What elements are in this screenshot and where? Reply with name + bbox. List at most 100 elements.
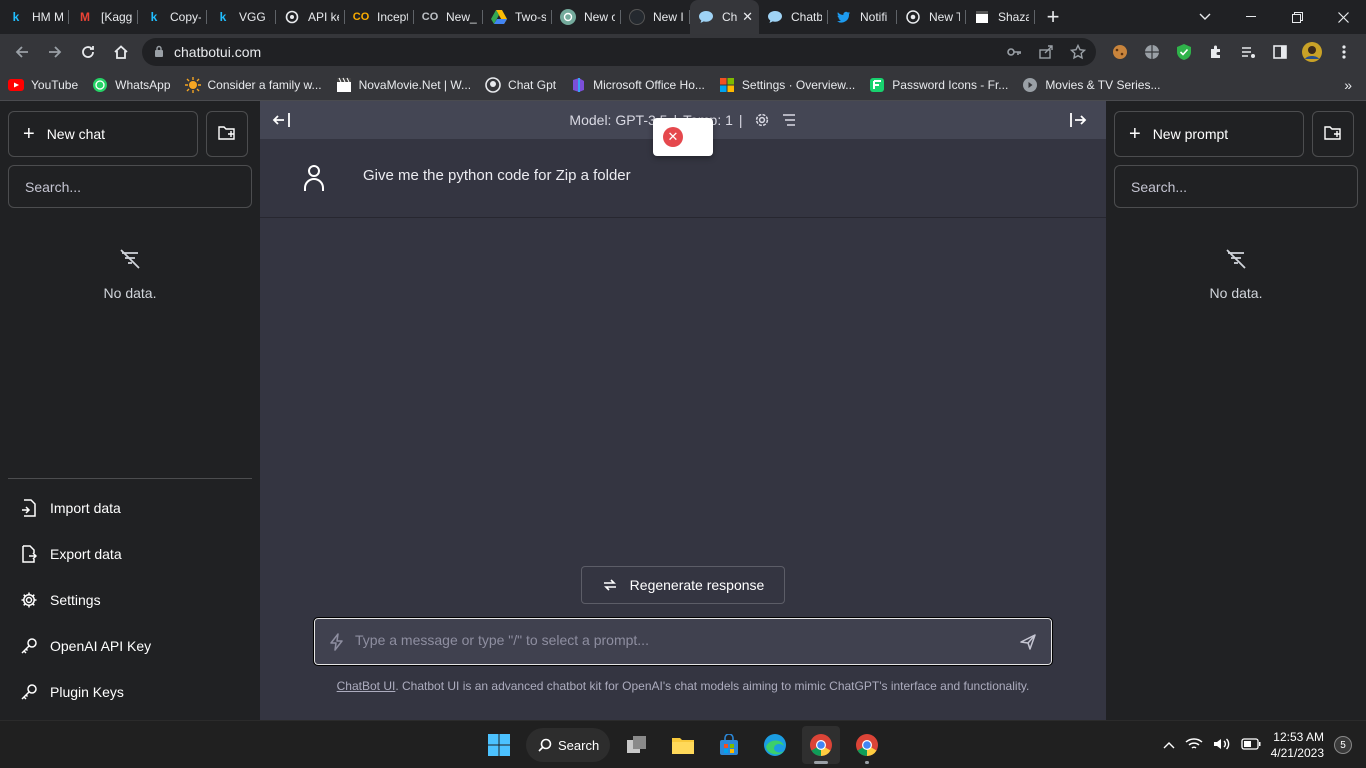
empty-state: No data. [0,247,260,301]
office-icon [570,77,586,93]
star-icon[interactable] [1069,43,1087,63]
left-sidebar: + New chat No data. Import data Export d… [0,101,260,720]
microsoft-icon [719,77,735,93]
browser-tab[interactable]: New c [552,0,621,34]
key-icon [20,683,38,701]
restore-icon[interactable] [1274,0,1320,34]
browser-tab[interactable]: kVGG 1 [207,0,276,34]
profile-avatar[interactable] [1300,40,1324,64]
footer-note: ChatBot UI. Chatbot UI is an advanced ch… [336,679,1030,693]
bookmark[interactable]: YouTube [8,77,78,93]
bookmark[interactable]: Consider a family w... [184,77,322,93]
settings-icon[interactable] [753,111,771,129]
media-queue-icon[interactable] [1236,40,1260,64]
sun-icon [184,77,201,93]
minimize-icon[interactable] [1228,0,1274,34]
kaggle-icon: k [219,10,227,24]
message-input[interactable] [355,631,1019,652]
browser-tab[interactable]: Shaza [966,0,1035,34]
clapperboard-icon [974,9,990,25]
bookmark[interactable]: Chat Gpt [485,77,556,93]
browser-tab[interactable]: API ke [276,0,345,34]
bookmarks-overflow-icon[interactable]: » [1344,77,1352,93]
clear-conversation-icon[interactable] [781,113,797,127]
chat-main: Model: GPT-3.5 | Temp: 1 | Give me the p… [260,101,1106,720]
regenerate-response-button[interactable]: Regenerate response [581,566,785,604]
sidebar-footer: Import data Export data Settings OpenAI … [8,478,252,715]
windows-start-icon[interactable] [480,726,518,764]
bolt-icon[interactable] [329,632,345,651]
new-chat-button[interactable]: + New chat [8,111,198,157]
export-data-button[interactable]: Export data [8,531,252,577]
new-prompt-button[interactable]: + New prompt [1114,111,1304,157]
new-prompt-folder-button[interactable] [1312,111,1354,157]
bookmark[interactable]: Microsoft Office Ho... [570,77,705,93]
kebab-menu-icon[interactable] [1332,40,1356,64]
openai-api-key-button[interactable]: OpenAI API Key [8,623,252,669]
chat-search-input[interactable] [8,165,252,208]
tab-search-icon[interactable] [1182,0,1228,34]
browser-tab[interactable]: M [Kaggl [69,0,138,34]
browser-tab[interactable]: Two-s [483,0,552,34]
reload-icon[interactable] [72,36,104,68]
send-icon[interactable] [1019,633,1037,651]
microsoft-store-icon[interactable] [710,726,748,764]
forward-icon[interactable] [39,36,71,68]
bookmarks-bar: YouTube WhatsApp Consider a family w... … [0,70,1366,101]
plugin-keys-button[interactable]: Plugin Keys [8,669,252,715]
chrome-profile-taskbar-icon[interactable] [848,726,886,764]
collapse-right-sidebar-icon[interactable] [1068,110,1088,133]
notification-badge[interactable]: 5 [1334,736,1352,754]
bookmark[interactable]: Movies & TV Series... [1022,77,1160,93]
browser-tab[interactable]: Notifi [828,0,897,34]
plus-icon: + [1129,122,1141,145]
taskbar-search-button[interactable]: Search [526,728,610,762]
file-explorer-icon[interactable] [664,726,702,764]
browser-tab[interactable]: New T [897,0,966,34]
bookmark[interactable]: Settings · Overview... [719,77,855,93]
bookmark[interactable]: Password Icons - Fr... [869,77,1008,93]
new-tab-button[interactable]: + [1035,0,1071,34]
puzzle-extensions-icon[interactable] [1204,40,1228,64]
shield-extension-icon[interactable] [1172,40,1196,64]
colab-icon: CO [421,11,439,23]
openai-icon [284,9,300,25]
system-clock[interactable]: 12:53 AM 4/21/2023 [1271,729,1324,761]
key-icon[interactable] [1006,44,1022,63]
browser-tab[interactable]: New I [621,0,690,34]
close-window-icon[interactable] [1320,0,1366,34]
close-tab-icon[interactable]: ✕ [742,9,753,25]
prompt-search-input[interactable] [1114,165,1358,208]
cookie-extension-icon[interactable] [1108,40,1132,64]
wifi-icon[interactable] [1185,737,1203,754]
back-icon[interactable] [6,36,38,68]
import-data-button[interactable]: Import data [8,485,252,531]
volume-icon[interactable] [1213,737,1231,754]
youtube-icon [8,77,24,93]
battery-icon[interactable] [1240,737,1261,753]
globe-extension-icon[interactable] [1140,40,1164,64]
chatbot-ui-link[interactable]: ChatBot UI [337,679,396,693]
settings-button[interactable]: Settings [8,577,252,623]
chevron-up-icon[interactable] [1163,738,1175,752]
edge-icon[interactable] [756,726,794,764]
chatbot-app: + New chat No data. Import data Export d… [0,101,1366,720]
task-view-icon[interactable] [618,726,656,764]
github-icon [629,9,645,25]
chrome-taskbar-icon[interactable] [802,726,840,764]
bookmark[interactable]: NovaMovie.Net | W... [336,77,471,93]
browser-tab[interactable]: CO Incept [345,0,414,34]
bookmark[interactable]: WhatsApp [92,77,171,93]
browser-tab[interactable]: Chatb [759,0,828,34]
collapse-left-sidebar-icon[interactable] [272,110,292,133]
browser-tab[interactable]: k Copy- [138,0,207,34]
address-bar[interactable]: chatbotui.com [142,38,1096,66]
browser-tab[interactable]: CO New_I [414,0,483,34]
share-icon[interactable] [1038,44,1054,63]
plus-icon: + [23,122,35,145]
side-panel-icon[interactable] [1268,40,1292,64]
home-icon[interactable] [105,36,137,68]
new-folder-button[interactable] [206,111,248,157]
browser-tab-active[interactable]: Ch ✕ [690,0,759,34]
browser-tab[interactable]: k HM M [0,0,69,34]
